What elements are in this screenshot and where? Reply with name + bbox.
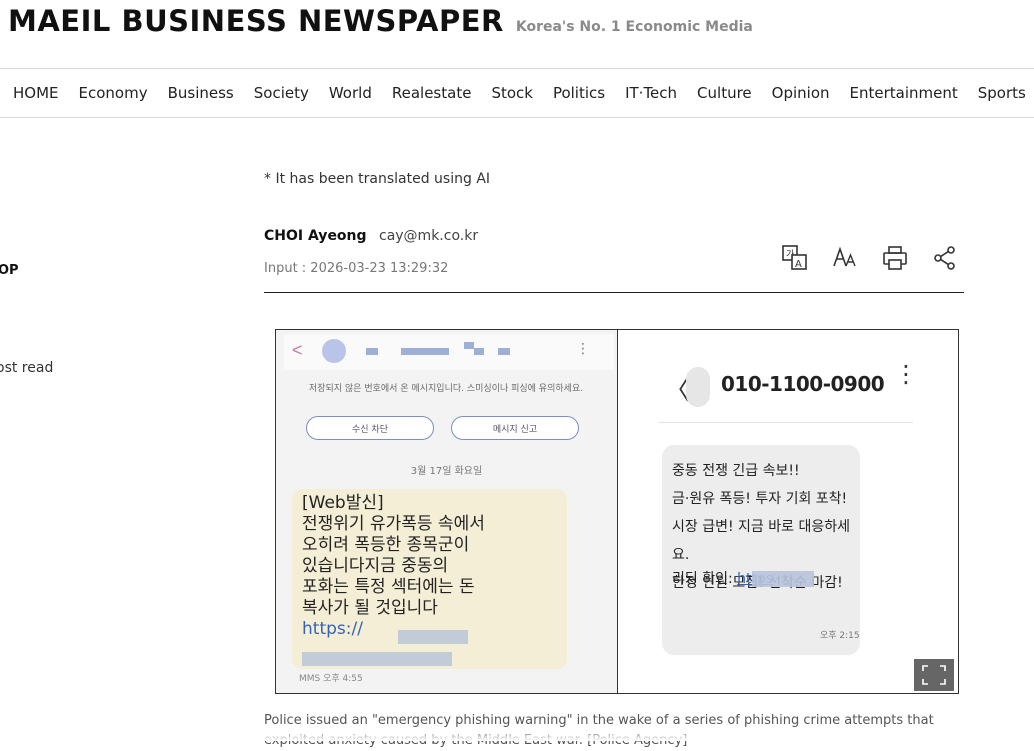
sidebar-label-top[interactable]: OP (0, 263, 19, 278)
bottom-fade (0, 733, 1034, 741)
nav-item-sports[interactable]: Sports (978, 84, 1026, 102)
sidebar-label-most-read[interactable]: ost read (0, 360, 53, 376)
article-tools: 가 A (778, 243, 962, 273)
message-date: 3월 17일 화요일 (410, 466, 483, 477)
blurred-number (474, 348, 484, 355)
author-name[interactable]: CHOI Ayeong (264, 228, 367, 244)
font-size-button[interactable] (828, 243, 862, 273)
nav-item-society[interactable]: Society (254, 84, 309, 102)
nav-item-world[interactable]: World (329, 84, 372, 102)
nav-item-opinion[interactable]: Opinion (772, 84, 830, 102)
input-date: Input : 2026-03-23 13:29:32 (264, 261, 449, 276)
phishing-message-left: < ⋮ 저장되지 않은 번호에서 온 메시지입니다. 스미싱이나 피싱에 유의하… (276, 330, 618, 693)
blurred-number (366, 348, 378, 355)
blurred-link (302, 652, 452, 666)
message-footer: MMS 오후 4:55 (299, 674, 363, 684)
more-icon: ⋮ (894, 361, 918, 388)
report-button: 메시지 신고 (451, 416, 579, 440)
fullscreen-button[interactable] (914, 659, 954, 691)
author-email[interactable]: cay@mk.co.kr (379, 228, 478, 244)
avatar (322, 339, 346, 363)
blurred-link (398, 630, 468, 644)
byline: CHOI Ayeong cay@mk.co.kr (264, 228, 478, 244)
phishing-message-right: 〈 010-1100-0900 ⋮ 중동 전쟁 긴급 속보!! 금·원유 폭등!… (618, 330, 958, 693)
link-prefix: 리딩 확인: (672, 571, 738, 587)
nav-item-realestate[interactable]: Realestate (392, 84, 472, 102)
message-time: 오후 2:15 (820, 631, 860, 641)
svg-text:가: 가 (786, 249, 794, 260)
svg-text:A: A (795, 259, 802, 270)
print-icon (883, 246, 907, 270)
message-link: https:// (302, 619, 363, 639)
ai-translation-note: * It has been translated using AI (264, 171, 491, 187)
block-button: 수신 차단 (306, 416, 434, 440)
nav-item-stock[interactable]: Stock (491, 84, 533, 102)
message-text: [Web발신] 전쟁위기 유가폭등 속에서 오히려 폭등한 종목군이 있습니다지… (302, 493, 485, 618)
nav-item-entertainment[interactable]: Entertainment (850, 84, 958, 102)
photo-caption: Police issued an "emergency phishing war… (264, 713, 934, 748)
fullscreen-icon (922, 665, 946, 685)
message-bubble: 중동 전쟁 긴급 속보!! 금·원유 폭등! 투자 기회 포착! 시장 급변! … (662, 445, 860, 655)
site-logo[interactable]: MAEIL BUSINESS NEWSPAPER (8, 4, 504, 38)
header-divider (658, 422, 913, 423)
print-button[interactable] (878, 243, 912, 273)
nav-item-politics[interactable]: Politics (553, 84, 605, 102)
main-nav: HOME Economy Business Society World Real… (0, 68, 1034, 118)
unsaved-number-warning: 저장되지 않은 번호에서 온 메시지입니다. 스미싱이나 피싱에 유의하세요. (308, 384, 584, 394)
blurred-number (401, 348, 449, 355)
article-photo[interactable]: < ⋮ 저장되지 않은 번호에서 온 메시지입니다. 스미싱이나 피싱에 유의하… (275, 329, 959, 694)
site-tagline: Korea's No. 1 Economic Media (515, 19, 753, 35)
nav-item-business[interactable]: Business (168, 84, 234, 102)
back-arrow-icon: < (292, 340, 303, 360)
share-icon (934, 246, 955, 270)
font-size-icon (833, 246, 856, 267)
avatar (686, 367, 710, 407)
blurred-number (464, 342, 474, 349)
sender-number: 010-1100-0900 (721, 372, 885, 396)
translate-icon: 가 A (782, 245, 807, 270)
blurred-number (498, 348, 510, 355)
nav-item-home[interactable]: HOME (13, 84, 59, 102)
nav-item-economy[interactable]: Economy (79, 84, 148, 102)
byline-divider (264, 292, 964, 293)
translate-button[interactable]: 가 A (778, 243, 812, 273)
nav-item-it-tech[interactable]: IT·Tech (625, 84, 677, 102)
more-icon: ⋮ (576, 340, 590, 356)
nav-item-culture[interactable]: Culture (697, 84, 752, 102)
share-button[interactable] (928, 243, 962, 273)
blurred-link (752, 571, 814, 587)
